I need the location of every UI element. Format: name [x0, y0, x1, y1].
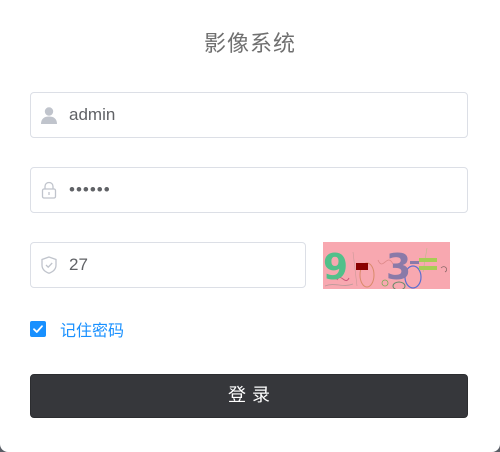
- user-icon: [39, 105, 59, 125]
- captcha-image[interactable]: 9 3: [323, 242, 450, 291]
- checkbox-checked-icon[interactable]: [30, 321, 46, 337]
- captcha-code-input[interactable]: [69, 243, 299, 287]
- page-title: 影像系统: [203, 32, 296, 57]
- remember-password-checkbox[interactable]: 记住密码: [30, 317, 124, 341]
- captcha-equals: [419, 258, 437, 262]
- remember-password-label[interactable]: 记住密码: [60, 317, 124, 341]
- captcha-char-2: 3: [386, 247, 411, 288]
- captcha-char-1: 9: [323, 247, 348, 288]
- shield-icon: [39, 255, 59, 275]
- lock-icon: [39, 180, 59, 200]
- password-input[interactable]: [69, 168, 459, 212]
- username-input[interactable]: [69, 93, 459, 137]
- username-field[interactable]: [30, 92, 468, 138]
- password-field[interactable]: [30, 167, 468, 213]
- captcha-minus: [356, 263, 368, 270]
- captcha-code-field[interactable]: [30, 242, 306, 288]
- login-button[interactable]: 登录: [30, 374, 468, 418]
- login-card: 影像系统 admin 27 9 3 记住密码 登录: [0, 0, 500, 452]
